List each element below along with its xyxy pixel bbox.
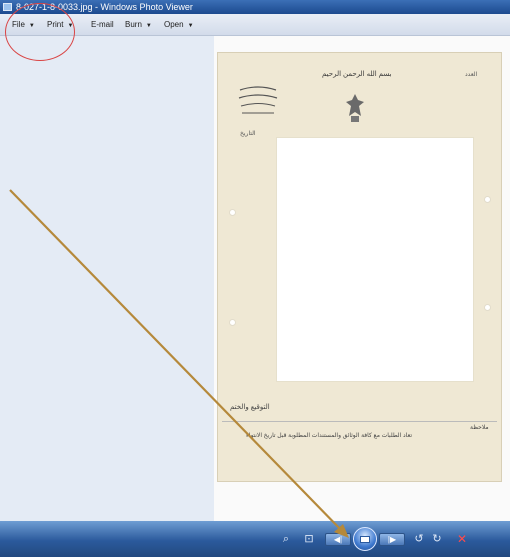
menu-burn[interactable]: Burn ▼	[125, 14, 152, 37]
footer-note-text: تعاد الطلبات مع كافة الوثائق والمستندات …	[246, 433, 413, 439]
document-date-label: التاريخ	[240, 131, 256, 137]
previous-button[interactable]: ◀|	[325, 533, 351, 546]
chevron-down-icon: ▼	[145, 23, 152, 29]
slideshow-icon	[360, 536, 370, 543]
menu-open-label: Open	[164, 20, 184, 29]
menu-open[interactable]: Open ▼	[164, 14, 194, 37]
menu-burn-label: Burn	[125, 20, 142, 29]
chevron-down-icon: ▼	[187, 23, 194, 29]
delete-icon[interactable]: ✕	[456, 531, 468, 547]
menu-email-label: E-mail	[91, 20, 114, 29]
punch-hole	[484, 304, 491, 311]
signature-label: التوقيع والختم	[230, 404, 270, 411]
footer-note-label: ملاحظة	[470, 425, 489, 431]
punch-hole	[229, 209, 236, 216]
punch-hole	[229, 319, 236, 326]
ministry-seal-icon	[238, 86, 278, 114]
national-emblem-icon	[346, 94, 364, 122]
viewer-control-bar: ⌕ ⊡ ◀| |▶ ↺ ↻ ✕	[0, 521, 510, 557]
fit-window-icon[interactable]: ⊡	[302, 531, 316, 547]
document-ref-label: العدد	[465, 72, 478, 78]
rotate-counterclockwise-icon[interactable]: ↺	[412, 531, 426, 547]
annotation-ellipse	[5, 3, 75, 61]
next-button[interactable]: |▶	[379, 533, 405, 546]
title-bar: 8-027-1-8-0033.jpg - Windows Photo Viewe…	[0, 0, 510, 14]
rotate-clockwise-icon[interactable]: ↻	[430, 531, 444, 547]
menu-bar: File ▼ Print ▼ E-mail Burn ▼ Open ▼	[0, 14, 510, 36]
next-icon: |▶	[387, 535, 397, 544]
menu-email[interactable]: E-mail	[91, 14, 114, 36]
footer-divider	[222, 421, 497, 422]
document-header-text: بسم الله الرحمن الرحيم	[322, 71, 392, 78]
previous-icon: ◀|	[333, 535, 343, 544]
punch-hole	[484, 196, 491, 203]
viewer-left-pane	[0, 36, 214, 521]
redacted-area	[276, 137, 474, 382]
magnifier-icon[interactable]: ⌕	[277, 531, 295, 547]
photo-viewer-app-icon	[3, 3, 12, 11]
slideshow-button[interactable]	[353, 527, 377, 551]
